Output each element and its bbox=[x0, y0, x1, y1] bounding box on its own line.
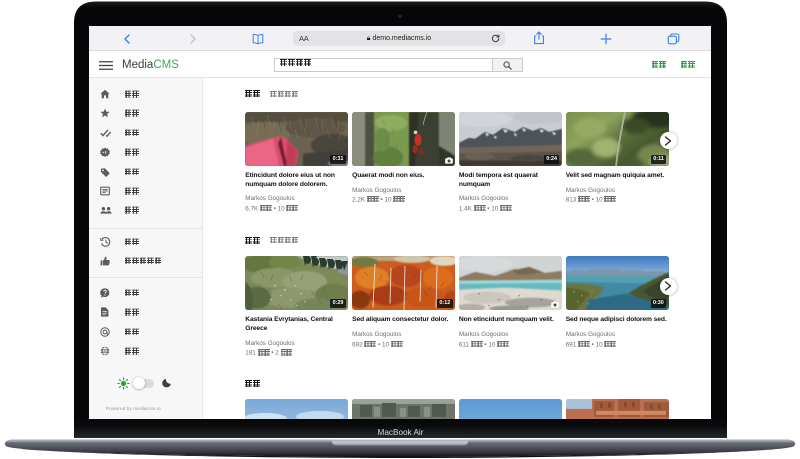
svg-text:MacBook Air: MacBook Air bbox=[378, 428, 424, 437]
